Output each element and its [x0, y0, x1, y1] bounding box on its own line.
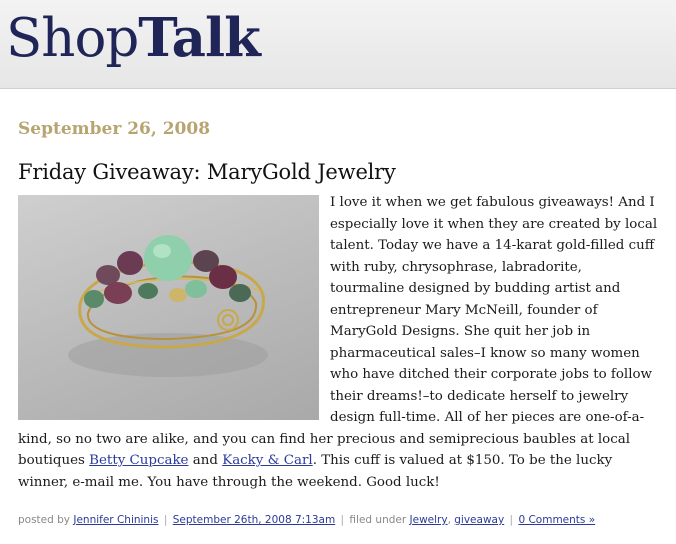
meta-timestamp-link[interactable]: September 26th, 2008 7:13am [173, 514, 335, 526]
meta-separator: | [340, 514, 345, 526]
meta-posted-by-label: posted by [18, 514, 74, 526]
image-float-spacer [18, 192, 330, 426]
post-meta: posted by Jennifer Chininis | September … [18, 514, 658, 526]
masthead: ShopTalk [0, 0, 676, 89]
meta-category-giveaway[interactable]: giveaway [454, 514, 504, 526]
site-logo[interactable]: ShopTalk [6, 2, 261, 75]
meta-comments-link[interactable]: 0 Comments » [518, 514, 595, 526]
post-body: I love it when we get fabulous giveaways… [18, 192, 658, 493]
meta-separator: | [163, 514, 168, 526]
post-date: September 26, 2008 [18, 119, 211, 139]
post-title[interactable]: Friday Giveaway: MaryGold Jewelry [18, 160, 396, 184]
post-body-and: and [188, 453, 223, 468]
logo-shop: Shop [6, 8, 139, 69]
link-kacky-and-carl[interactable]: Kacky & Carl [222, 453, 313, 468]
logo-talk: Talk [138, 7, 261, 69]
meta-author-link[interactable]: Jennifer Chininis [73, 514, 158, 526]
meta-filed-label: filed under [346, 514, 410, 526]
link-betty-cupcake[interactable]: Betty Cupcake [89, 453, 188, 468]
meta-category-jewelry[interactable]: Jewelry [410, 514, 448, 526]
meta-separator: | [509, 514, 514, 526]
